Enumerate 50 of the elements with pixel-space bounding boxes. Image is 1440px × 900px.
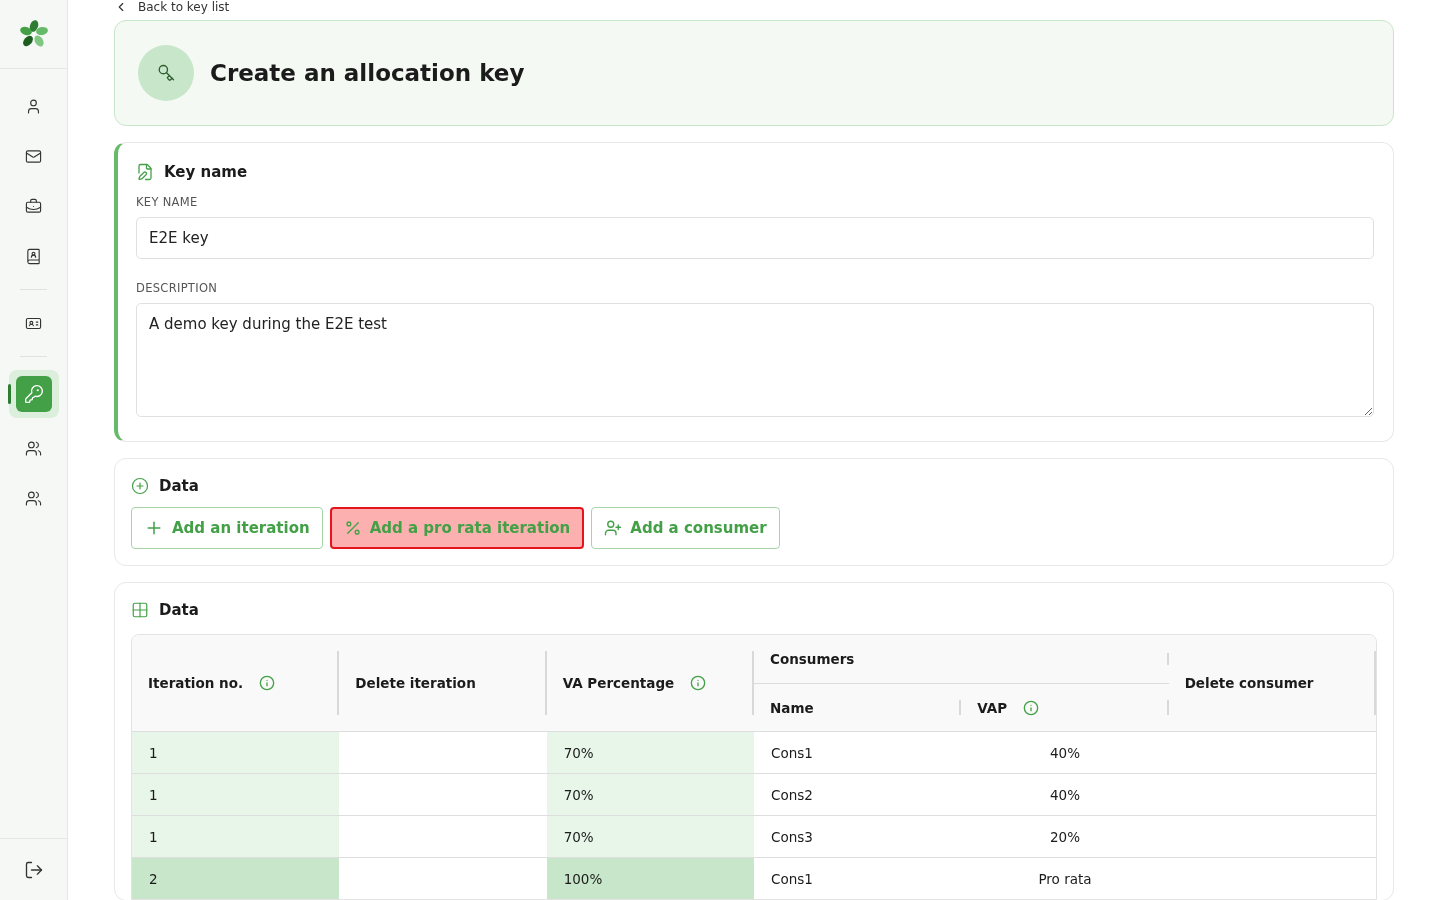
users-icon <box>25 489 42 507</box>
table-cell: 20% <box>961 815 1169 858</box>
sidebar-item[interactable] <box>8 370 59 418</box>
column-header: Delete iteration <box>355 675 476 691</box>
user-plus-icon <box>604 519 623 537</box>
section-title: Key name <box>164 163 248 181</box>
column-header: Iteration no. <box>148 675 244 691</box>
file-pen-icon <box>136 163 154 181</box>
users-icon <box>25 439 42 457</box>
info-icon <box>1023 699 1040 716</box>
logo-icon <box>18 19 49 49</box>
logout-icon <box>23 859 44 880</box>
field-label: DESCRIPTION <box>136 281 219 295</box>
column-header: Consumers <box>770 651 855 667</box>
section-title: Data <box>159 477 199 495</box>
plus-circle-icon <box>131 477 149 495</box>
key-icon <box>23 384 44 404</box>
table-cell: 1 <box>132 815 340 858</box>
key-icon <box>157 64 175 82</box>
table-cell: 2 <box>132 857 340 899</box>
contact-book-icon <box>25 247 42 265</box>
key-name-field[interactable]: E2E key <box>136 217 1374 259</box>
briefcase-icon <box>25 197 42 215</box>
user-icon <box>25 97 42 115</box>
table-cell: 1 <box>132 731 340 774</box>
table-cell: 100% <box>546 857 754 899</box>
page-title: Create an allocation key <box>210 60 525 86</box>
table-cell: 40% <box>961 773 1169 816</box>
table-cell: 1 <box>132 773 340 816</box>
table-cell: Cons2 <box>754 773 962 816</box>
table-cell: 70% <box>546 773 754 816</box>
column-header: VA Percentage <box>562 675 675 691</box>
mail-icon <box>25 147 42 165</box>
column-header: Name <box>770 699 814 716</box>
table-cell: 70% <box>546 815 754 858</box>
column-header: Delete consumer <box>1184 675 1314 691</box>
table-cell: Cons1 <box>754 857 962 899</box>
table-cell: Cons1 <box>754 731 962 774</box>
grid-icon <box>131 601 149 619</box>
section-title: Data <box>159 601 199 619</box>
column-header: VAP <box>977 699 1008 716</box>
description-field[interactable]: A demo key during the E2E test <box>136 303 1374 417</box>
back-link[interactable]: Back to key list <box>114 0 1394 14</box>
percent-icon <box>343 519 362 537</box>
table-cell: Cons3 <box>754 815 962 858</box>
field-label: KEY NAME <box>136 195 199 209</box>
table-cell: 40% <box>961 731 1169 774</box>
info-icon <box>259 675 276 691</box>
table-cell: 70% <box>546 731 754 774</box>
info-icon <box>690 675 707 691</box>
